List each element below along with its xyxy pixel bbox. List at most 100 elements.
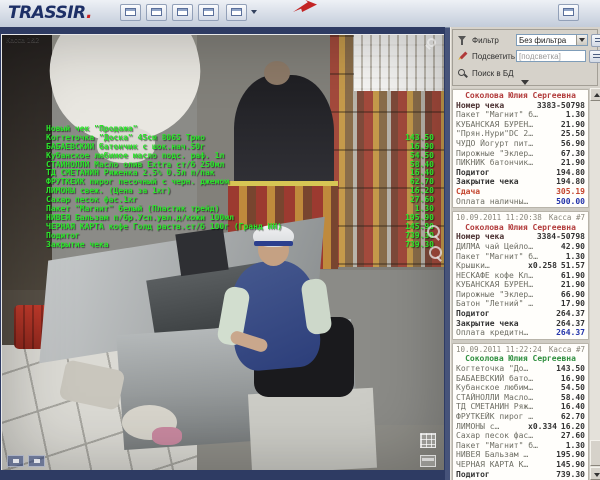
receipt-row-value: 264.37 xyxy=(556,328,585,338)
pos-overlay: Новый чек "Продажа"Когтеточка "Доска" 45… xyxy=(46,125,434,249)
image-template-button[interactable] xyxy=(198,4,219,21)
filter-select[interactable]: Без фильтра xyxy=(516,34,588,46)
receipt-card[interactable]: 10.09.2011 11:22:24Касса #7Соколова Юлия… xyxy=(452,343,589,480)
receipt-row-value: 61.90 xyxy=(561,271,585,281)
receipt-row: Пакет "Магнит" б…1.30 xyxy=(453,252,588,262)
list-template-button[interactable] xyxy=(172,4,193,21)
list-template-icon xyxy=(177,8,188,16)
scene-cashier-hand xyxy=(229,329,269,353)
receipt-row-label: ДИЛМА чай Цейло… xyxy=(456,242,561,252)
scene-counter-front xyxy=(116,319,358,450)
highlight-input[interactable] xyxy=(516,50,586,62)
chevron-down-icon[interactable] xyxy=(576,35,587,45)
edit-template-button[interactable] xyxy=(146,4,167,21)
scene-red-basket xyxy=(14,305,68,349)
archive-icon[interactable] xyxy=(420,455,436,467)
scene-floor-right xyxy=(197,425,444,470)
overlay-line: ТД СМЕТАНИН Ряженка 2.5% 0.5л п/пак16.40 xyxy=(46,169,434,178)
receipt-cashier-name: Соколова Юлия Сергеевна xyxy=(453,354,588,364)
receipt-date: 10.09.2011 11:20:38 xyxy=(456,213,542,223)
filter-row: Фильтр Без фильтра xyxy=(457,33,600,47)
receipt-row: Номер чека3383-50798 xyxy=(453,101,588,111)
screens-button[interactable] xyxy=(558,4,579,21)
camera-settings-icon[interactable] xyxy=(28,455,45,467)
overlay-line: ЛИМОНЫ свеж. (Цена за 1кг)16.20 xyxy=(46,187,434,196)
receipt-row-value: 3383-50798 xyxy=(537,101,585,111)
receipt-row-value: 500.00 xyxy=(556,197,585,207)
search-db-label: Поиск в БД xyxy=(472,69,516,78)
receipt-row: ДИЛМА чай Цейло…42.90 xyxy=(453,242,588,252)
receipt-row-value: 16.20 xyxy=(561,422,585,432)
receipt-row-value: 54.50 xyxy=(561,383,585,393)
scroll-up-button[interactable] xyxy=(590,88,600,101)
overlay-item-text: БАБАЕВСКИЙ батончик с шок.нач.50г xyxy=(46,143,386,152)
receipt-row: Пирожные "Эклер…67.30 xyxy=(453,149,588,159)
layout-menu-button[interactable] xyxy=(226,4,247,21)
receipt-row-value: 42.90 xyxy=(561,242,585,252)
zoom-q-icon[interactable] xyxy=(429,246,442,259)
receipt-row: Когтеточка "До…143.50 xyxy=(453,364,588,374)
receipt-row: Подитог194.80 xyxy=(453,168,588,178)
receipt-row-label: Номер чека xyxy=(456,232,537,242)
receipt-row-label: Когтеточка "До… xyxy=(456,364,556,374)
scene-cashier-vest xyxy=(227,257,322,372)
overlay-item-price: 739.30 xyxy=(386,241,434,250)
scene-customer-head xyxy=(264,61,290,85)
receipt-row: Сахар песок фас…27.60 xyxy=(453,431,588,441)
receipt-row-label: ЧЕРНАЯ КАРТА К… xyxy=(456,460,556,470)
receipt-row-label: Крышки… xyxy=(456,261,528,271)
receipt-row-label: ФРУТКЕЙК пирог … xyxy=(456,412,561,422)
receipt-row-value: 145.90 xyxy=(556,460,585,470)
collapse-panel-arrow[interactable] xyxy=(518,79,532,85)
receipt-row-value: 21.90 xyxy=(561,280,585,290)
overlay-item-text: Новый чек "Продажа" xyxy=(46,125,386,134)
receipt-row: НИВЕЯ Бальзам …195.90 xyxy=(453,450,588,460)
overlay-item-text: СТАЙНОЛЛИ Масло олив Extra ст/б 250мл xyxy=(46,161,386,170)
receipt-row-label: БАБАЕВСКИЙ бато… xyxy=(456,374,561,384)
trassir-window: TRASSIR. xyxy=(0,0,600,480)
search-db-row[interactable]: Поиск в БД xyxy=(457,66,516,80)
ptz-rotate-icon[interactable] xyxy=(427,225,440,238)
receipt-row-value: 67.30 xyxy=(561,149,585,159)
snapshot-icon[interactable] xyxy=(7,455,24,467)
logo-dot: . xyxy=(86,3,92,23)
scene-conveyor-belt xyxy=(146,262,272,338)
filter-select-value: Без фильтра xyxy=(517,36,576,45)
overlay-line: СТАЙНОЛЛИ Масло олив Extra ст/б 250мл58.… xyxy=(46,161,434,170)
receipt-row-label: Сахар песок фас… xyxy=(456,431,561,441)
overlay-item-text: Пакет "Магнит" белый (Пластик трейд) xyxy=(46,205,386,214)
monitor-template-button[interactable] xyxy=(120,4,141,21)
scene-left-shelf-bottom xyxy=(2,290,50,345)
grid-view-icon[interactable] xyxy=(420,433,436,448)
receipt-row-value: 21.90 xyxy=(561,120,585,130)
receipt-row-value: 17.90 xyxy=(561,299,585,309)
overlay-item-text: ЧЕРНАЯ КАРТА кофе Голд раств.ст/б 100г (… xyxy=(46,223,386,232)
receipt-row-label: КУБАНСКАЯ БУРЕН… xyxy=(456,280,561,290)
receipt-row-label: Пакет "Магнит" б… xyxy=(456,110,566,120)
receipt-row-label: ЧУДО Йогурт пит… xyxy=(456,139,561,149)
overlay-item-text: ЛИМОНЫ свеж. (Цена за 1кг) xyxy=(46,187,386,196)
highlight-options-button[interactable] xyxy=(589,50,600,63)
receipt-row: ФРУТКЕЙК пирог …62.70 xyxy=(453,412,588,422)
filter-options-button[interactable] xyxy=(591,34,600,47)
receipt-row-value: 66.90 xyxy=(561,290,585,300)
chevron-down-icon[interactable] xyxy=(251,10,257,14)
receipt-row-value: 305.19 xyxy=(556,187,585,197)
overlay-line: ФРУТКЕЙК пирог песочный с черн. джемом62… xyxy=(46,178,434,187)
overlay-line: Подитог739.30 xyxy=(46,232,434,241)
scrollbar[interactable] xyxy=(590,88,600,480)
scroll-thumb[interactable] xyxy=(590,440,600,466)
scroll-down-button[interactable] xyxy=(590,467,600,480)
receipt-row: КУБАНСКАЯ БУРЕН…21.90 xyxy=(453,120,588,130)
receipt-row-label: СТАЙНОЛЛИ Масло… xyxy=(456,393,561,403)
camera-view[interactable]: Касса 1&2 Новый чек "Продажа"Когтеточка … xyxy=(1,34,444,470)
overlay-item-text: Сахар песок фас.1кг xyxy=(46,196,386,205)
receipt-row-label: Пакет "Магнит" б… xyxy=(456,252,566,262)
overlay-item-text: ТД СМЕТАНИН Ряженка 2.5% 0.5л п/пак xyxy=(46,169,386,178)
receipt-card[interactable]: 10.09.2011 11:20:38Касса #7Соколова Юлия… xyxy=(452,211,589,340)
edit-template-icon xyxy=(151,8,162,16)
zoom-icon[interactable] xyxy=(427,38,436,47)
receipt-row-value: 194.80 xyxy=(556,168,585,178)
receipt-card[interactable]: Соколова Юлия СергеевнаНомер чека3383-50… xyxy=(452,89,589,208)
receipt-row-qty: х0.258 xyxy=(528,261,557,271)
